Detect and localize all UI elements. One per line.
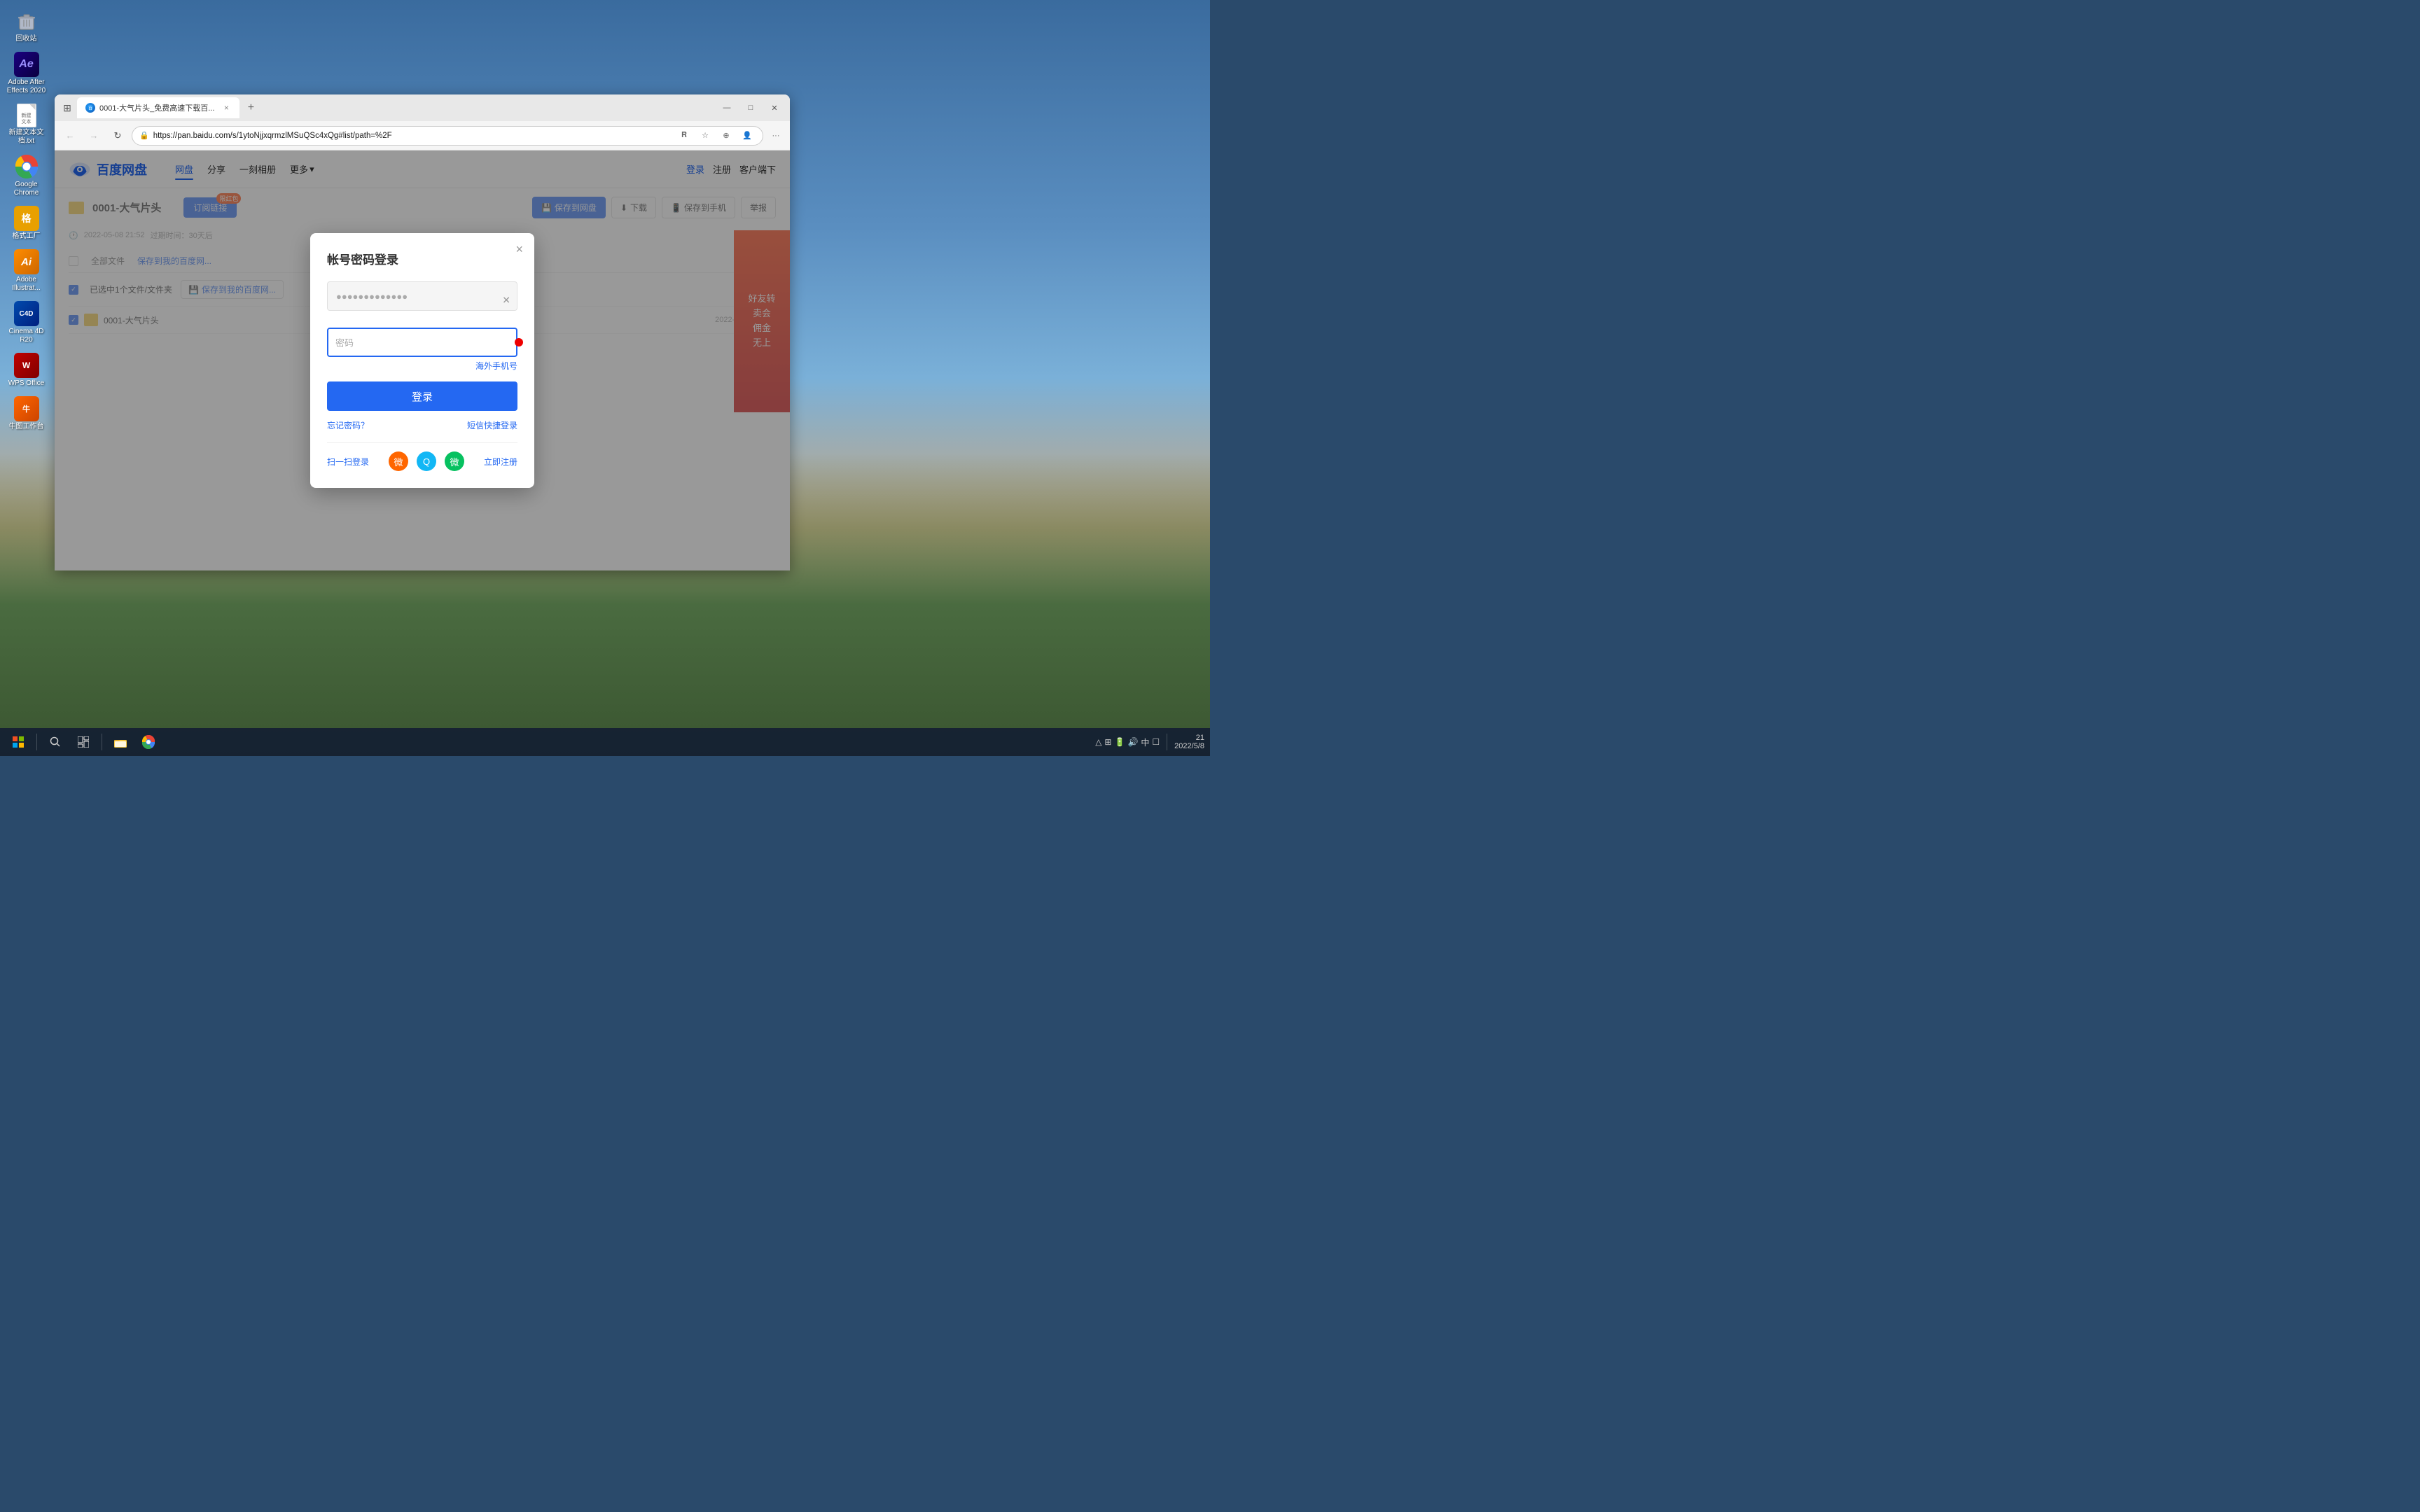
desktop-icon-format[interactable]: 格 格式工厂	[3, 203, 50, 244]
wechat-login-btn[interactable]: 微	[445, 451, 464, 471]
taskbar-volume-icon[interactable]: 🔊	[1127, 737, 1138, 747]
address-bar[interactable]: 🔒 https://pan.baidu.com/s/1ytoNjjxqrmzlM…	[132, 126, 763, 146]
username-wrapper: ✕	[327, 281, 517, 319]
taskbar-explorer-btn[interactable]	[108, 729, 133, 755]
desktop-icon-ai[interactable]: Ai Adobe Illustrat...	[3, 246, 50, 295]
scan-login-link[interactable]: 扫一扫登录	[327, 456, 369, 468]
nav-extra-btns: ···	[767, 127, 784, 144]
taskbar-divider-1	[36, 734, 37, 750]
read-mode-btn[interactable]: 𝐑	[676, 127, 693, 144]
format-label: 格式工厂	[13, 232, 41, 241]
modal-title: 帐号密码登录	[327, 250, 517, 267]
collection-btn[interactable]: ⊕	[718, 127, 735, 144]
modal-overlay[interactable]: × 帐号密码登录 ✕ 密码 海外手机号 登录	[55, 150, 790, 570]
foreign-phone-row: 海外手机号	[327, 360, 517, 372]
forward-btn[interactable]: →	[84, 126, 104, 146]
taskbar-network-icon[interactable]: ⊞	[1104, 737, 1111, 747]
taskbar: △ ⊞ 🔋 🔊 中 ☐ 21 2022/5/8	[0, 728, 1210, 756]
browser-tab-bar: ⊞ 百 0001-大气片头_免费高速下载百... × +	[60, 97, 711, 118]
refresh-btn[interactable]: ↻	[108, 126, 127, 146]
desktop-icon-txt[interactable]: 新建文本 新建文本文 档.txt	[3, 101, 50, 148]
new-tab-btn[interactable]: +	[242, 99, 259, 116]
tab-label: 0001-大气片头_免费高速下载百...	[99, 102, 214, 113]
password-input[interactable]	[327, 328, 517, 357]
taskbar-chrome-btn[interactable]	[136, 729, 161, 755]
browser-tab-active[interactable]: 百 0001-大气片头_免费高速下载百... ×	[77, 97, 239, 118]
modal-footer-links: 忘记密码？ 短信快捷登录	[327, 419, 517, 431]
desktop-icon-wps[interactable]: W WPS Office	[3, 350, 50, 391]
svg-text:百: 百	[88, 106, 92, 111]
txt-label: 新建文本文 档.txt	[9, 129, 44, 146]
ai-label: Adobe Illustrat...	[6, 276, 48, 293]
address-url-text: https://pan.baidu.com/s/1ytoNjjxqrmzlMSu…	[153, 132, 672, 140]
taskbar-ime-icon[interactable]: 中	[1141, 736, 1149, 748]
login-submit-btn[interactable]: 登录	[327, 382, 517, 411]
taskbar-sys-icons: △ ⊞ 🔋 🔊 中 ☐	[1095, 736, 1160, 748]
maximize-btn[interactable]: □	[741, 100, 760, 115]
address-security-icon: 🔒	[139, 131, 149, 140]
social-icons: 微 Q 微	[389, 451, 464, 471]
desktop-icon-chrome[interactable]: Google Chrome	[3, 151, 50, 200]
weibo-login-btn[interactable]: 微	[389, 451, 408, 471]
desktop-icon-niutu[interactable]: 牛 牛图工作台	[3, 393, 50, 434]
modal-social: 扫一扫登录 微 Q 微 立即注册	[327, 451, 517, 471]
niutu-label: 牛图工作台	[9, 423, 44, 431]
desktop-icon-area: 回收站 Ae Adobe After Effects 2020 新建文本 新建文…	[0, 0, 53, 602]
minimize-btn[interactable]: —	[717, 100, 737, 115]
modal-close-btn[interactable]: ×	[515, 243, 523, 255]
register-link[interactable]: 立即注册	[484, 456, 517, 468]
taskbar-battery-icon[interactable]: 🔋	[1114, 737, 1125, 747]
sms-login-link[interactable]: 短信快捷登录	[467, 419, 517, 431]
taskbar-time-date: 2022/5/8	[1174, 742, 1204, 750]
tab-favicon: 百	[85, 103, 95, 113]
modal-divider	[327, 442, 517, 443]
start-btn[interactable]	[6, 729, 31, 755]
wps-label: WPS Office	[8, 379, 45, 388]
address-actions: 𝐑 ☆ ⊕ 👤	[676, 127, 756, 144]
foreign-phone-link[interactable]: 海外手机号	[475, 360, 517, 372]
clear-icon[interactable]: ✕	[502, 295, 510, 307]
error-dot	[515, 338, 523, 346]
browser-window: ⊞ 百 0001-大气片头_免费高速下载百... × + — □ ✕ ← → ↻	[55, 94, 790, 570]
taskbar-search-btn[interactable]	[43, 729, 68, 755]
taskbar-action-center-icon[interactable]: ☐	[1152, 737, 1160, 747]
browser-titlebar: ⊞ 百 0001-大气片头_免费高速下载百... × + — □ ✕	[55, 94, 790, 121]
browser-navbar: ← → ↻ 🔒 https://pan.baidu.com/s/1ytoNjjx…	[55, 121, 790, 150]
username-input[interactable]	[327, 281, 517, 311]
account-btn[interactable]: 👤	[739, 127, 756, 144]
forgot-password-link[interactable]: 忘记密码？	[327, 419, 369, 431]
password-wrapper: 密码	[327, 328, 517, 357]
taskbar-clock[interactable]: 21 2022/5/8	[1174, 734, 1204, 750]
browser-content: 百度网盘 网盘 分享 一刻相册 更多 ▾ 登录 注册	[55, 150, 790, 570]
recycle-label: 回收站	[16, 35, 37, 43]
close-btn[interactable]: ✕	[765, 100, 784, 115]
chrome-label: Google Chrome	[14, 181, 39, 197]
c4d-label: Cinema 4D R20	[8, 328, 43, 344]
tab-grid-btn[interactable]: ⊞	[60, 101, 74, 115]
desktop-icon-c4d[interactable]: C4D Cinema 4D R20	[3, 298, 50, 347]
taskview-btn[interactable]	[71, 729, 96, 755]
taskbar-chevron-icon[interactable]: △	[1095, 737, 1101, 747]
favorite-btn[interactable]: ☆	[697, 127, 714, 144]
login-modal: × 帐号密码登录 ✕ 密码 海外手机号 登录	[310, 233, 534, 488]
more-btn[interactable]: ···	[767, 127, 784, 144]
qq-login-btn[interactable]: Q	[417, 451, 436, 471]
tab-close-btn[interactable]: ×	[221, 103, 231, 113]
ae-label: Adobe After Effects 2020	[7, 78, 46, 95]
taskbar-left	[6, 729, 161, 755]
taskbar-time-hour: 21	[1174, 734, 1204, 742]
desktop-icon-ae[interactable]: Ae Adobe After Effects 2020	[3, 49, 50, 98]
taskbar-right: △ ⊞ 🔋 🔊 中 ☐ 21 2022/5/8	[1095, 734, 1204, 750]
desktop-icon-recycle[interactable]: 回收站	[3, 6, 50, 46]
back-btn[interactable]: ←	[60, 126, 80, 146]
window-controls: — □ ✕	[717, 100, 784, 115]
